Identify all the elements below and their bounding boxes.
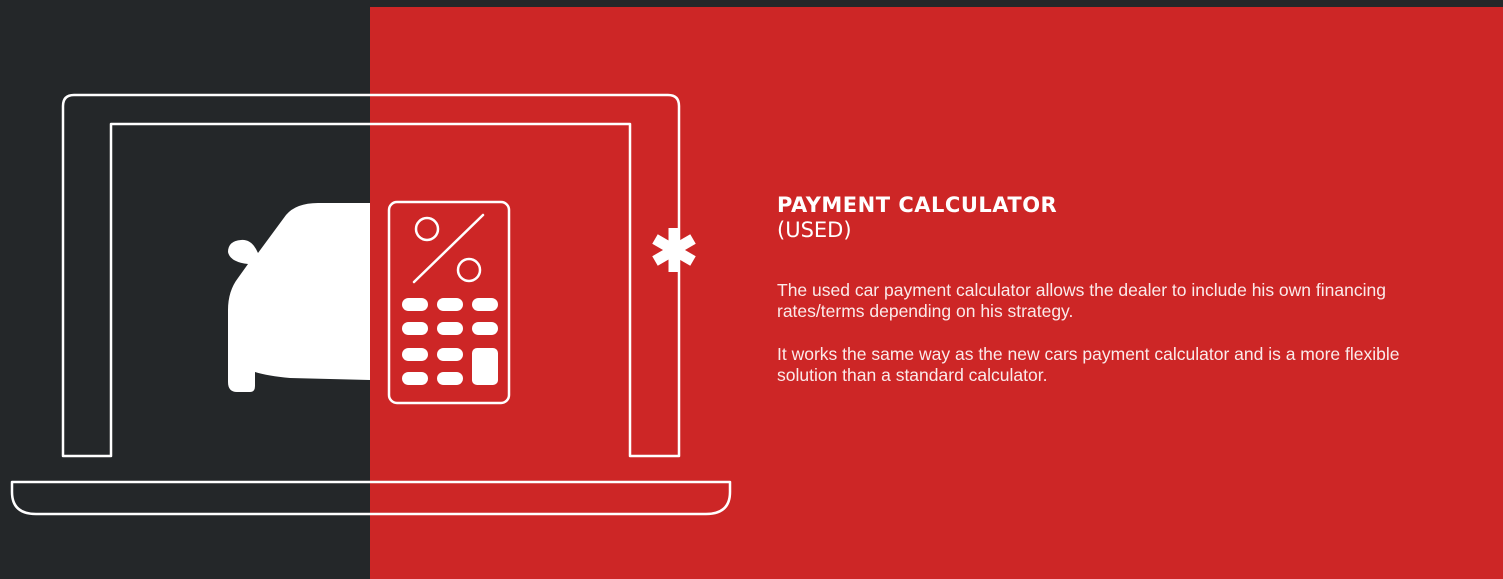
percent-icon xyxy=(412,213,485,284)
calculator-icon xyxy=(387,200,511,405)
asterisk-icon xyxy=(652,228,696,272)
car-icon xyxy=(228,203,370,392)
feature-description-2: It works the same way as the new cars pa… xyxy=(777,344,1400,385)
feature-title: PAYMENT CALCULATOR xyxy=(777,193,1058,217)
feature-description-1: The used car payment calculator allows t… xyxy=(777,280,1386,321)
feature-text: PAYMENT CALCULATOR (USED) The used car p… xyxy=(777,193,1457,386)
calculator-keys xyxy=(402,298,498,385)
laptop-icon xyxy=(10,93,732,516)
feature-section: PAYMENT CALCULATOR (USED) The used car p… xyxy=(0,0,1503,579)
feature-subtitle: (USED) xyxy=(777,218,852,242)
